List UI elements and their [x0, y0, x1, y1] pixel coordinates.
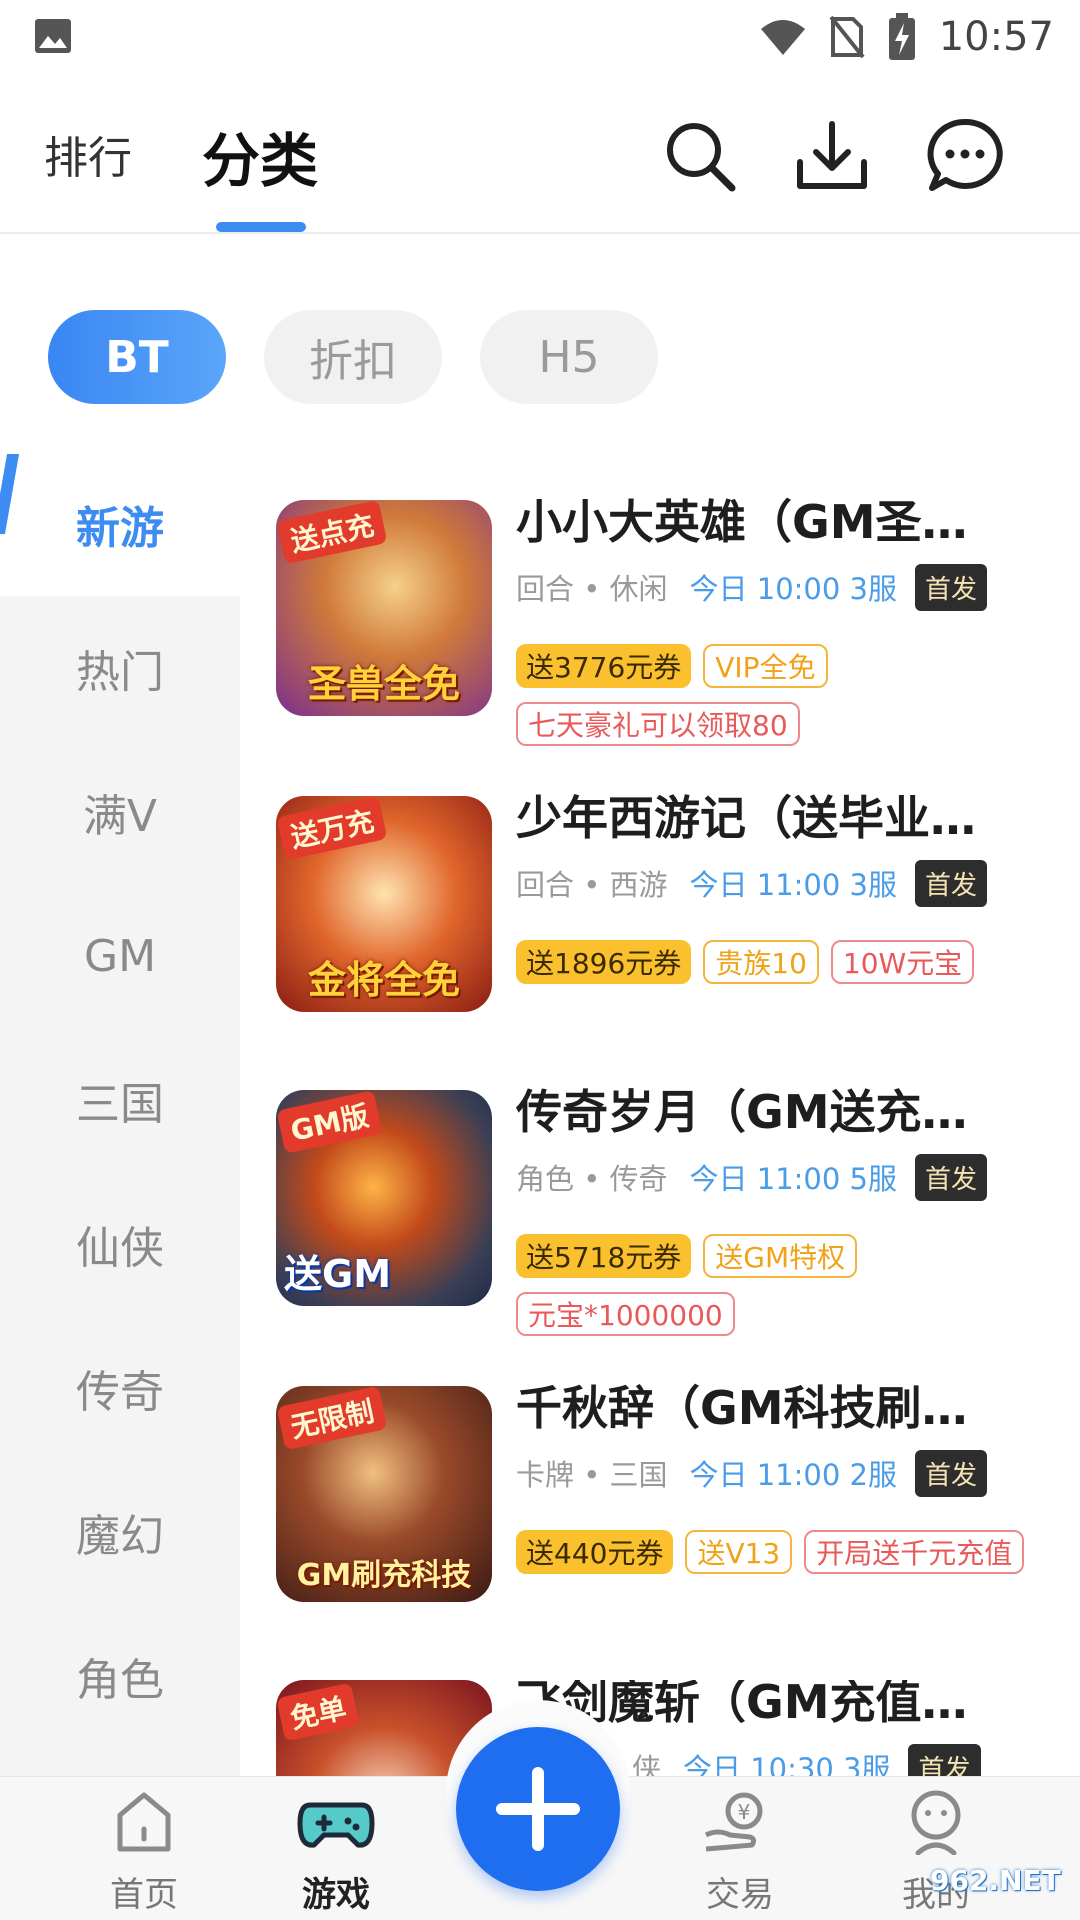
site-watermark: 962.NET: [930, 1864, 1061, 1897]
gift-tag: 元宝*1000000: [516, 1292, 735, 1336]
game-item[interactable]: 免单 飞剑魔斩（GM充值… 侠 今日 10:30 3服 首发: [276, 1680, 1066, 1776]
game-meta: 回合 • 休闲 今日 10:00 3服 首发: [516, 563, 988, 611]
sidebar-item-hot[interactable]: 热门: [0, 596, 240, 740]
svg-text:¥: ¥: [738, 1800, 751, 1824]
thumbnail-badge: 无限制: [276, 1386, 388, 1451]
game-meta: 卡牌 • 三国 今日 11:00 2服 首发: [516, 1449, 988, 1497]
server-schedule: 今日 11:00 5服: [689, 1162, 898, 1196]
game-title[interactable]: 传奇岁月（GM送充…: [516, 1076, 968, 1142]
thumbnail-badge: 送万充: [276, 796, 388, 861]
search-icon[interactable]: [660, 116, 740, 196]
server-schedule: 今日 11:00 2服: [689, 1458, 898, 1492]
battery-charging-icon: [888, 13, 915, 60]
game-item[interactable]: 送万充 金将全免 少年西游记（送毕业… 回合 • 西游 今日 11:00 3服 …: [276, 791, 1066, 1096]
download-icon[interactable]: [792, 116, 872, 196]
thumbnail-badge: 免单: [276, 1682, 360, 1742]
top-header: 排行 分类: [0, 72, 1080, 234]
game-genre: 角色 • 传奇: [516, 1162, 668, 1196]
nav-label: 交易: [706, 1875, 774, 1915]
gift-tag: 10W元宝: [830, 940, 975, 984]
game-item[interactable]: GM版 送GM 传奇岁月（GM送充… 角色 • 传奇 今日 11:00 5服 首…: [276, 1085, 1066, 1390]
active-tab-indicator: [216, 222, 306, 232]
game-genre: 卡牌 • 三国: [516, 1458, 668, 1492]
perk-tag: 贵族10: [703, 940, 819, 984]
plus-icon: [496, 1767, 580, 1851]
perk-tag: VIP全免: [703, 644, 828, 688]
sidebar-item-fantasy[interactable]: 魔幻: [0, 1460, 240, 1604]
game-genre: 回合 • 休闲: [516, 572, 668, 606]
first-release-badge: 首发: [915, 1153, 988, 1201]
game-genre: 回合 • 西游: [516, 868, 668, 902]
category-sidebar: 新游 热门 满V GM 三国 仙侠 传奇 魔幻 角色: [0, 452, 240, 1776]
tab-category[interactable]: 分类: [202, 114, 318, 198]
game-thumbnail[interactable]: 无限制 GM刷充科技: [276, 1386, 492, 1602]
game-title[interactable]: 小小大英雄（GM圣…: [516, 486, 968, 552]
voucher-tag: 送440元券: [516, 1530, 674, 1574]
thumbnail-banner: 金将全免: [307, 958, 460, 1002]
tag-list: 送3776元券 VIP全免 七天豪礼可以领取80: [516, 644, 1056, 746]
gift-tag: 七天豪礼可以领取80: [516, 702, 800, 746]
voucher-tag: 送5718元券: [516, 1234, 692, 1278]
filter-bt[interactable]: BT: [48, 310, 226, 404]
tag-list: 送5718元券 送GM特权 元宝*1000000: [516, 1234, 1056, 1336]
status-bar: 10:57: [0, 0, 1080, 72]
thumbnail-badge: 送点充: [276, 500, 388, 565]
tag-list: 送1896元券 贵族10 10W元宝: [516, 940, 1056, 984]
game-thumbnail[interactable]: 送万充 金将全免: [276, 796, 492, 1012]
first-release-badge: 首发: [915, 859, 988, 907]
game-meta: 角色 • 传奇 今日 11:00 5服 首发: [516, 1153, 988, 1201]
sidebar-item-new[interactable]: 新游: [0, 452, 240, 596]
add-button[interactable]: [456, 1727, 620, 1891]
server-schedule: 今日 10:00 3服: [689, 572, 898, 606]
no-sim-icon: [829, 15, 865, 59]
first-release-badge: 首发: [915, 1449, 988, 1497]
sidebar-item-full-vip[interactable]: 满V: [0, 740, 240, 884]
sidebar-item-rpg[interactable]: 角色: [0, 1604, 240, 1748]
home-icon: [117, 1792, 171, 1852]
wifi-icon: [760, 20, 805, 55]
gift-tag: 开局送千元充值: [804, 1530, 1025, 1574]
game-thumbnail[interactable]: GM版 送GM: [276, 1090, 492, 1306]
nav-label: 游戏: [302, 1875, 370, 1915]
filter-h5[interactable]: H5: [480, 310, 658, 404]
thumbnail-banner: 圣兽全免: [307, 662, 460, 706]
tab-rank[interactable]: 排行: [44, 122, 132, 186]
game-title[interactable]: 千秋辞（GM科技刷…: [516, 1372, 968, 1438]
nav-label: 首页: [110, 1875, 178, 1915]
perk-tag: 送GM特权: [703, 1234, 858, 1278]
voucher-tag: 送3776元券: [516, 644, 692, 688]
gamepad-icon: [297, 1802, 375, 1848]
game-genre: 侠: [632, 1752, 662, 1776]
trade-icon: ¥: [704, 1792, 763, 1852]
filter-discount[interactable]: 折扣: [264, 310, 442, 404]
message-icon[interactable]: [924, 116, 1004, 196]
clock: 10:57: [938, 14, 1054, 60]
nav-home[interactable]: 首页: [74, 1777, 214, 1920]
gallery-notification-icon: [35, 19, 71, 53]
profile-icon: [911, 1790, 961, 1855]
thumbnail-banner: 送GM: [284, 1252, 392, 1296]
server-schedule: 今日 11:00 3服: [689, 868, 898, 902]
sidebar-item-xianxia[interactable]: 仙侠: [0, 1172, 240, 1316]
server-schedule: 今日 10:30 3服: [683, 1752, 891, 1776]
nav-trade[interactable]: ¥ 交易: [670, 1777, 810, 1920]
tag-list: 送440元券 送V13 开局送千元充值: [516, 1530, 1056, 1574]
sidebar-item-three-kingdoms[interactable]: 三国: [0, 1028, 240, 1172]
thumbnail-badge: GM版: [276, 1090, 383, 1154]
thumbnail-banner: GM刷充科技: [296, 1558, 472, 1593]
first-release-badge: 首发: [908, 1743, 981, 1776]
first-release-badge: 首发: [915, 563, 988, 611]
nav-games[interactable]: 游戏: [266, 1777, 406, 1920]
sidebar-item-gm[interactable]: GM: [0, 884, 240, 1028]
sidebar-item-legend[interactable]: 传奇: [0, 1316, 240, 1460]
game-thumbnail[interactable]: 送点充 圣兽全免: [276, 500, 492, 716]
voucher-tag: 送1896元券: [516, 940, 692, 984]
game-item[interactable]: 送点充 圣兽全免 小小大英雄（GM圣… 回合 • 休闲 今日 10:00 3服 …: [276, 495, 1066, 800]
game-title[interactable]: 少年西游记（送毕业…: [516, 782, 976, 848]
game-item[interactable]: 无限制 GM刷充科技 千秋辞（GM科技刷… 卡牌 • 三国 今日 11:00 2…: [276, 1381, 1066, 1686]
perk-tag: 送V13: [685, 1530, 793, 1574]
game-meta: 回合 • 西游 今日 11:00 3服 首发: [516, 859, 988, 907]
